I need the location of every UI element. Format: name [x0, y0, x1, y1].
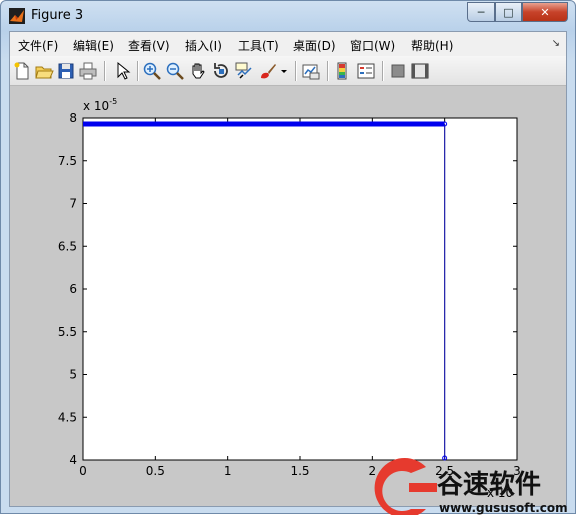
watermark-brand: 谷速软件 — [437, 470, 541, 500]
axes-background[interactable] — [82, 117, 518, 461]
y-tick-label: 5 — [69, 368, 77, 382]
x-tick-label: 2 — [369, 464, 377, 478]
y-tick-label: 6 — [69, 282, 77, 296]
figure-window: Figure 3 ─ □ ✕ 文件(F) 编辑(E) 查看(V) 插入(I) 工… — [0, 0, 576, 515]
y-tick-label: 7.5 — [58, 154, 77, 168]
y-tick-label: 7 — [69, 197, 77, 211]
x-tick-label: 0.5 — [146, 464, 165, 478]
y-tick-label: 8 — [69, 111, 77, 125]
y-exponent-base: x 10 — [83, 99, 109, 113]
watermark: 谷速软件 www.gususoft.com — [374, 458, 568, 515]
y-tick-label: 4 — [69, 453, 77, 467]
y-tick-label: 5.5 — [58, 325, 77, 339]
x-tick-label: 1 — [224, 464, 232, 478]
y-exponent-power: -5 — [109, 97, 117, 106]
y-tick-label: 6.5 — [58, 239, 77, 253]
y-tick-label: 4.5 — [58, 410, 77, 424]
y-exponent-label: x 10-5 — [83, 97, 117, 113]
x-tick-label: 0 — [79, 464, 87, 478]
x-tick-label: 1.5 — [290, 464, 309, 478]
watermark-url: www.gususoft.com — [439, 501, 568, 515]
plot-canvas: 0 0.5 1 1.5 2 2.5 344.555.566.577.58 x 10-5 x … — [58, 97, 568, 515]
